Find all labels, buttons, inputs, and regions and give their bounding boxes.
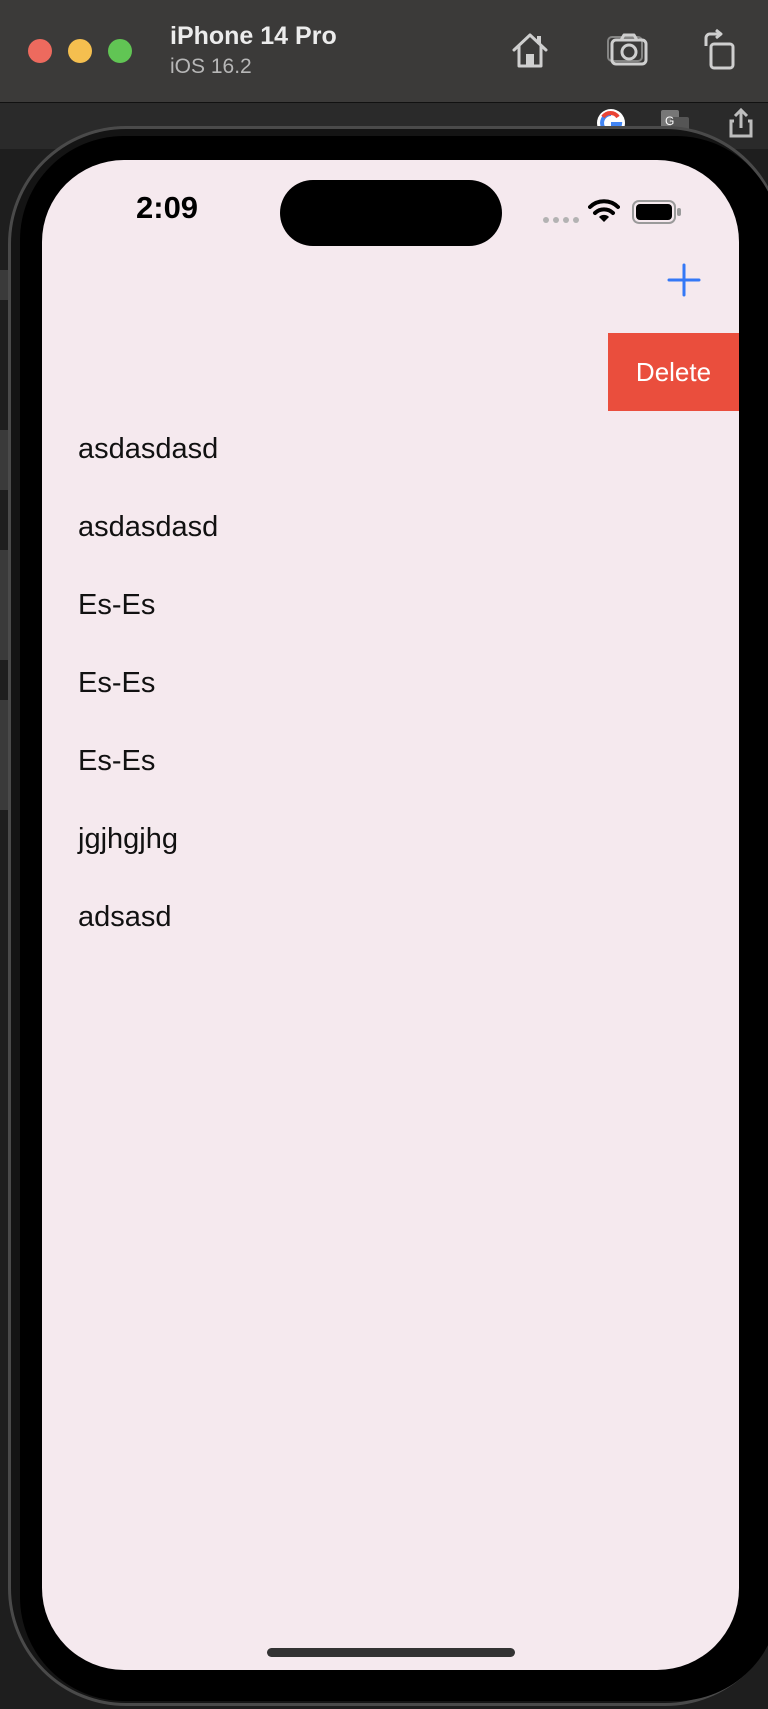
cellular-signal-icon	[543, 217, 579, 223]
plus-icon	[667, 263, 701, 297]
window-zoom-button[interactable]	[108, 39, 132, 63]
window-minimize-button[interactable]	[68, 39, 92, 63]
screenshot-icon[interactable]	[606, 28, 650, 72]
list-item[interactable]: asdasdasd	[42, 410, 739, 488]
simulator-titlebar: iPhone 14 Pro iOS 16.2	[0, 0, 768, 103]
list-item[interactable]: jgjhgjhg	[42, 800, 739, 878]
home-indicator[interactable]	[267, 1648, 515, 1657]
device-name: iPhone 14 Pro	[170, 22, 337, 50]
item-list: asdasdasd asdasdasd Es-Es Es-Es Es-Es jg…	[42, 410, 739, 956]
device-os-version: iOS 16.2	[170, 55, 252, 78]
home-icon[interactable]	[508, 28, 552, 72]
phone-screen: 2:09 Delete asdasdasd asdasdasd Es-Es Es…	[42, 160, 739, 1670]
rotate-icon[interactable]	[698, 28, 742, 72]
delete-button[interactable]: Delete	[608, 333, 739, 411]
dynamic-island	[280, 180, 502, 246]
list-item[interactable]: asdasdasd	[42, 488, 739, 566]
add-button[interactable]	[660, 256, 708, 304]
window-close-button[interactable]	[28, 39, 52, 63]
list-item[interactable]: Es-Es	[42, 566, 739, 644]
wifi-icon	[588, 199, 620, 222]
list-item[interactable]: Es-Es	[42, 644, 739, 722]
list-item[interactable]: adsasd	[42, 878, 739, 956]
status-time: 2:09	[136, 190, 199, 225]
list-item[interactable]: Es-Es	[42, 722, 739, 800]
battery-icon	[632, 200, 681, 224]
share-icon[interactable]	[724, 106, 758, 140]
